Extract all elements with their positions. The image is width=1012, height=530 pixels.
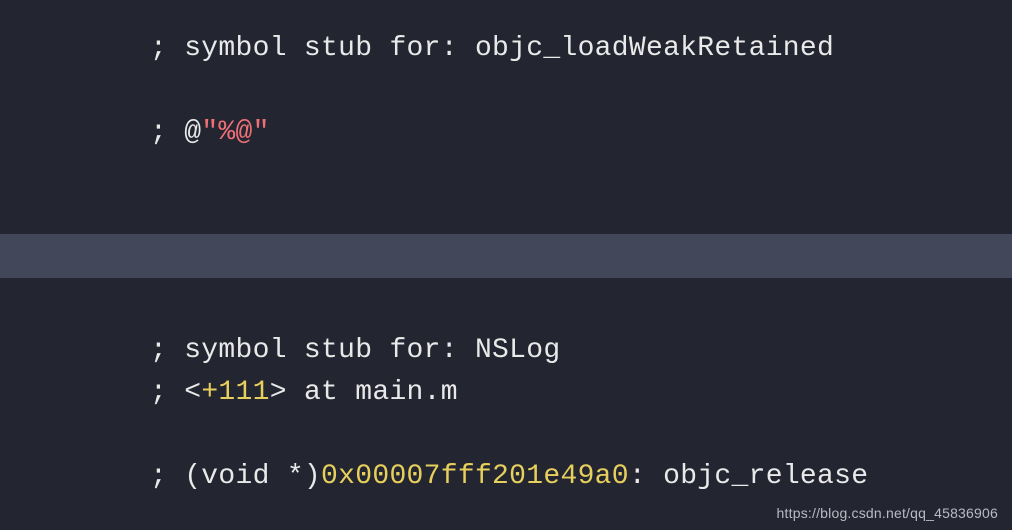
comment-prefix: ; @: [150, 117, 201, 148]
watermark-text: https://blog.csdn.net/qq_45836906: [777, 503, 998, 524]
comment-prefix: ; symbol stub for:: [150, 335, 475, 366]
code-line: ; symbol stub for: objc_loadWeakRetained: [150, 28, 1012, 70]
comment-prefix: ; symbol stub for:: [150, 33, 475, 64]
code-line: ; symbol stub for: NSLog: [150, 330, 1012, 372]
string-literal: "%@": [201, 117, 269, 148]
line-offset: +111: [201, 377, 269, 408]
panel-divider: [0, 234, 1012, 278]
comment-suffix: > at main.m: [270, 377, 458, 408]
blank-line: [150, 70, 1012, 112]
code-line: ; (void *)0x00007fff201e49a0: objc_relea…: [150, 456, 1012, 498]
comment-prefix: ; (void *): [150, 461, 321, 492]
symbol-name: NSLog: [475, 335, 561, 366]
symbol-name: objc_loadWeakRetained: [475, 33, 834, 64]
blank-line: [150, 414, 1012, 456]
top-code-panel: ; symbol stub for: objc_loadWeakRetained…: [0, 0, 1012, 234]
bottom-code-panel: ; symbol stub for: NSLog ; <+111> at mai…: [0, 278, 1012, 530]
memory-address: 0x00007fff201e49a0: [321, 461, 629, 492]
code-line: ; @"%@": [150, 112, 1012, 154]
comment-prefix: ; <: [150, 377, 201, 408]
comment-suffix: : objc_release: [629, 461, 868, 492]
code-line: ; <+111> at main.m: [150, 372, 1012, 414]
